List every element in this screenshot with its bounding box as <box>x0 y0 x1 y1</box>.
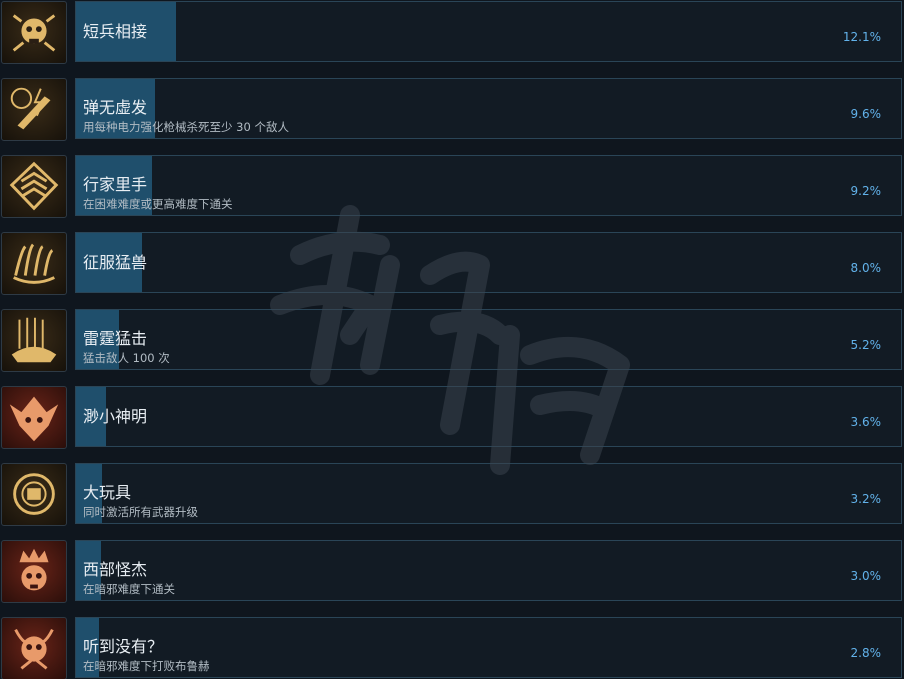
crowned-skull-icon <box>1 540 67 603</box>
achievement-progress-bar: 短兵相接 12.1% <box>75 1 902 62</box>
unlock-percentage: 9.2% <box>850 184 882 198</box>
achievement-row: 行家里手在困难难度或更高难度下通关 9.2% <box>0 154 904 218</box>
achievement-title: 雷霆猛击 <box>83 329 148 348</box>
rank-chevron-icon <box>1 155 67 218</box>
achievement-description: 同时激活所有武器升级 <box>83 505 198 519</box>
achievement-progress-bar: 渺小神明 3.6% <box>75 386 902 447</box>
achievement-row: 听到没有？ 在暗邪难度下打败布鲁赫 2.8% <box>0 616 904 679</box>
achievement-progress-bar: 西部怪杰在暗邪难度下通关 3.0% <box>75 540 902 601</box>
achievement-title: 西部怪杰 <box>83 560 148 579</box>
horned-skull-icon <box>1 617 67 679</box>
achievement-row: 西部怪杰在暗邪难度下通关 3.0% <box>0 539 904 603</box>
achievement-row: 征服猛兽 8.0% <box>0 231 904 295</box>
unlock-percentage: 2.8% <box>850 646 882 660</box>
achievement-progress-bar: 行家里手在困难难度或更高难度下通关 9.2% <box>75 155 902 216</box>
achievement-list: 短兵相接 12.1% 弹无虚发用每种电力强化枪械杀死至少 30 个敌人 9.6% 行家里… <box>0 0 904 679</box>
weapon-gear-icon <box>1 463 67 526</box>
achievement-progress-bar: 弹无虚发用每种电力强化枪械杀死至少 30 个敌人 9.6% <box>75 78 902 139</box>
achievement-row: 大玩具同时激活所有武器升级 3.2% <box>0 462 904 526</box>
unlock-percentage: 9.6% <box>850 107 882 121</box>
bullet-lightning-icon <box>1 78 67 141</box>
achievement-description: 用每种电力强化枪械杀死至少 30 个敌人 <box>83 120 289 134</box>
beast-claw-icon <box>1 232 67 295</box>
unlock-percentage: 5.2% <box>850 338 882 352</box>
achievement-title: 渺小神明 <box>83 407 148 426</box>
achievement-description: 在困难难度或更高难度下通关 <box>83 197 233 211</box>
achievement-progress-bar: 大玩具同时激活所有武器升级 3.2% <box>75 463 902 524</box>
achievement-progress-bar: 听到没有？ 在暗邪难度下打败布鲁赫 2.8% <box>75 617 902 678</box>
achievement-row: 弹无虚发用每种电力强化枪械杀死至少 30 个敌人 9.6% <box>0 77 904 141</box>
achievement-title: 大玩具 <box>83 483 132 502</box>
achievement-title: 行家里手 <box>83 175 148 194</box>
achievement-title: 短兵相接 <box>83 22 148 41</box>
achievement-row: 短兵相接 12.1% <box>0 0 904 64</box>
achievement-description: 在暗邪难度下通关 <box>83 582 175 596</box>
achievement-progress-bar: 雷霆猛击猛击敌人 100 次 5.2% <box>75 309 902 370</box>
achievement-row: 渺小神明 3.6% <box>0 385 904 449</box>
achievement-title: 听到没有？ <box>83 637 164 656</box>
achievement-progress-bar: 征服猛兽 8.0% <box>75 232 902 293</box>
unlock-percentage: 3.0% <box>850 569 882 583</box>
thunder-fist-icon <box>1 309 67 372</box>
demon-mask-icon <box>1 386 67 449</box>
unlock-percentage: 3.2% <box>850 492 882 506</box>
unlock-percentage: 8.0% <box>850 261 882 275</box>
achievement-description: 在暗邪难度下打败布鲁赫 <box>83 659 210 673</box>
achievement-description: 猛击敌人 100 次 <box>83 351 170 365</box>
unlock-percentage: 12.1% <box>842 30 881 44</box>
achievement-title: 征服猛兽 <box>83 253 148 272</box>
skull-crest-icon <box>1 1 67 64</box>
achievement-title: 弹无虚发 <box>83 98 148 117</box>
unlock-percentage: 3.6% <box>850 415 882 429</box>
achievement-row: 雷霆猛击猛击敌人 100 次 5.2% <box>0 308 904 372</box>
